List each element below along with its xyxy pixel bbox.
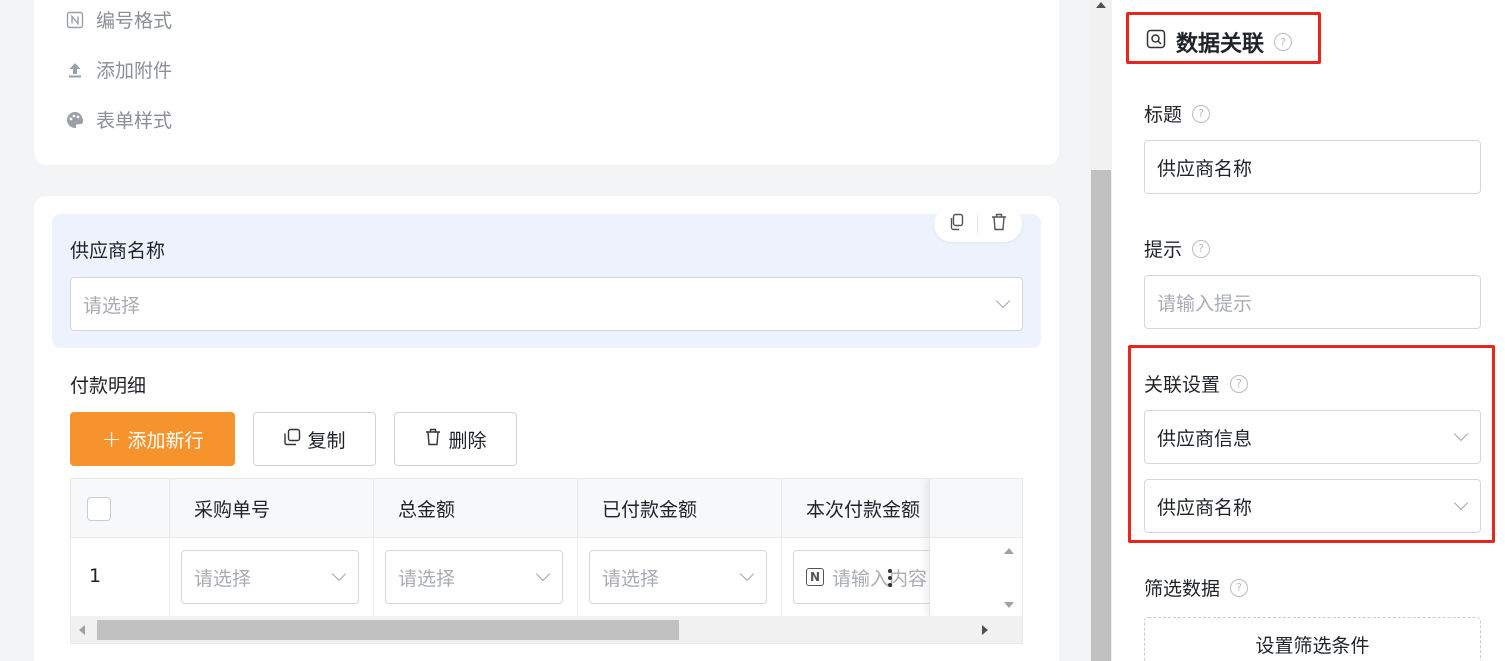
set-filter-button[interactable]: 设置筛选条件 [1144, 617, 1481, 661]
menu-add-attachment[interactable]: 添加附件 [64, 56, 172, 83]
hint-label: 提示 [1144, 239, 1183, 261]
title-input[interactable]: 供应商名称 [1144, 140, 1481, 194]
filter-label-row: 筛选数据 ? [1144, 574, 1249, 601]
chevron-down-icon [332, 570, 346, 584]
menu-number-format[interactable]: 编号格式 [64, 6, 172, 33]
detail-table: 采购单号 总金额 已付款金额 本次付款金额 1 请选择 请选择 请选择 N 请输… [70, 478, 1023, 644]
plus-icon: + [101, 425, 122, 453]
scroll-down-icon[interactable] [1004, 602, 1014, 608]
cell-divider [577, 538, 578, 616]
row-more-icon[interactable] [888, 566, 892, 590]
link-settings-label-row: 关联设置 ? [1144, 370, 1249, 397]
row-actions-header [930, 479, 995, 538]
current-payment-placeholder: 请输入内容 [832, 567, 928, 590]
table-vertical-scrollbar[interactable] [995, 538, 1022, 616]
panel-header: 数据关联 ? [1146, 26, 1293, 58]
page-scroll-up-icon[interactable] [1096, 2, 1106, 8]
copy-icon [283, 428, 301, 451]
add-row-label: 添加新行 [127, 429, 204, 452]
toolbar-divider [977, 214, 979, 234]
scroll-left-icon[interactable] [79, 625, 85, 635]
add-row-button[interactable]: + 添加新行 [70, 412, 235, 466]
field-toolbar [934, 206, 1022, 242]
paid-amount-placeholder: 请选择 [602, 567, 660, 590]
column-header[interactable]: 已付款金额 [577, 479, 781, 538]
number-icon: N [806, 568, 824, 586]
data-link-icon [1146, 29, 1166, 55]
delete-field-icon[interactable] [990, 212, 1008, 236]
help-icon[interactable]: ? [1274, 33, 1293, 51]
form-settings-card [34, 0, 1059, 165]
purchase-order-select[interactable]: 请选择 [181, 550, 359, 604]
link-field-value: 供应商名称 [1157, 496, 1253, 519]
scroll-right-icon[interactable] [982, 625, 988, 635]
menu-add-attachment-label: 添加附件 [96, 60, 173, 82]
chevron-down-icon [1454, 499, 1468, 513]
copy-field-icon[interactable] [948, 213, 966, 235]
link-field-select[interactable]: 供应商名称 [1144, 479, 1481, 533]
delete-row-label: 删除 [448, 429, 487, 452]
column-header[interactable]: 采购单号 [169, 479, 373, 538]
chevron-down-icon [740, 570, 754, 584]
title-label-row: 标题 ? [1144, 100, 1211, 127]
number-format-icon [64, 9, 86, 31]
purchase-order-placeholder: 请选择 [194, 567, 252, 590]
link-settings-label: 关联设置 [1144, 374, 1221, 396]
select-all-checkbox[interactable] [87, 497, 111, 521]
link-source-value: 供应商信息 [1157, 427, 1253, 450]
delete-row-button[interactable]: 删除 [394, 412, 517, 466]
total-amount-select[interactable]: 请选择 [385, 550, 563, 604]
help-icon[interactable]: ? [1192, 239, 1211, 258]
page-scrollbar[interactable] [1090, 0, 1112, 661]
paid-amount-select[interactable]: 请选择 [589, 550, 767, 604]
row-index: 1 [89, 565, 102, 587]
copy-row-label: 复制 [307, 429, 346, 452]
chevron-down-icon [536, 570, 550, 584]
supplier-select-placeholder: 请选择 [83, 294, 141, 317]
filter-label: 筛选数据 [1144, 578, 1221, 600]
supplier-select[interactable]: 请选择 [70, 277, 1023, 331]
hint-input[interactable]: 请输入提示 [1144, 275, 1481, 329]
menu-form-style[interactable]: 表单样式 [64, 106, 172, 133]
chevron-down-icon [996, 297, 1010, 311]
copy-row-button[interactable]: 复制 [253, 412, 376, 466]
horizontal-scroll-thumb[interactable] [97, 620, 679, 640]
column-header[interactable]: 总金额 [373, 479, 577, 538]
cell-divider [781, 538, 782, 616]
panel-title: 数据关联 [1176, 32, 1265, 57]
cell-divider [169, 538, 170, 616]
menu-number-format-label: 编号格式 [96, 10, 173, 32]
menu-form-style-label: 表单样式 [96, 110, 173, 132]
palette-icon [64, 109, 86, 131]
field-label: 供应商名称 [70, 240, 166, 262]
title-label: 标题 [1144, 104, 1183, 126]
help-icon[interactable]: ? [1230, 578, 1249, 597]
help-icon[interactable]: ? [1192, 104, 1211, 123]
chevron-down-icon [1454, 430, 1468, 444]
help-icon[interactable]: ? [1230, 374, 1249, 393]
link-source-select[interactable]: 供应商信息 [1144, 410, 1481, 464]
hint-label-row: 提示 ? [1144, 235, 1211, 262]
cell-divider [373, 538, 374, 616]
page-scroll-thumb[interactable] [1091, 170, 1111, 661]
row-actions-column [929, 479, 995, 616]
total-amount-placeholder: 请选择 [398, 567, 456, 590]
table-header: 采购单号 总金额 已付款金额 本次付款金额 [71, 479, 1022, 538]
upload-icon [64, 59, 86, 81]
scroll-up-icon[interactable] [1004, 548, 1014, 554]
table-horizontal-scrollbar[interactable] [71, 616, 1022, 643]
trash-icon [424, 427, 442, 452]
subtable-title: 付款明细 [70, 375, 147, 397]
